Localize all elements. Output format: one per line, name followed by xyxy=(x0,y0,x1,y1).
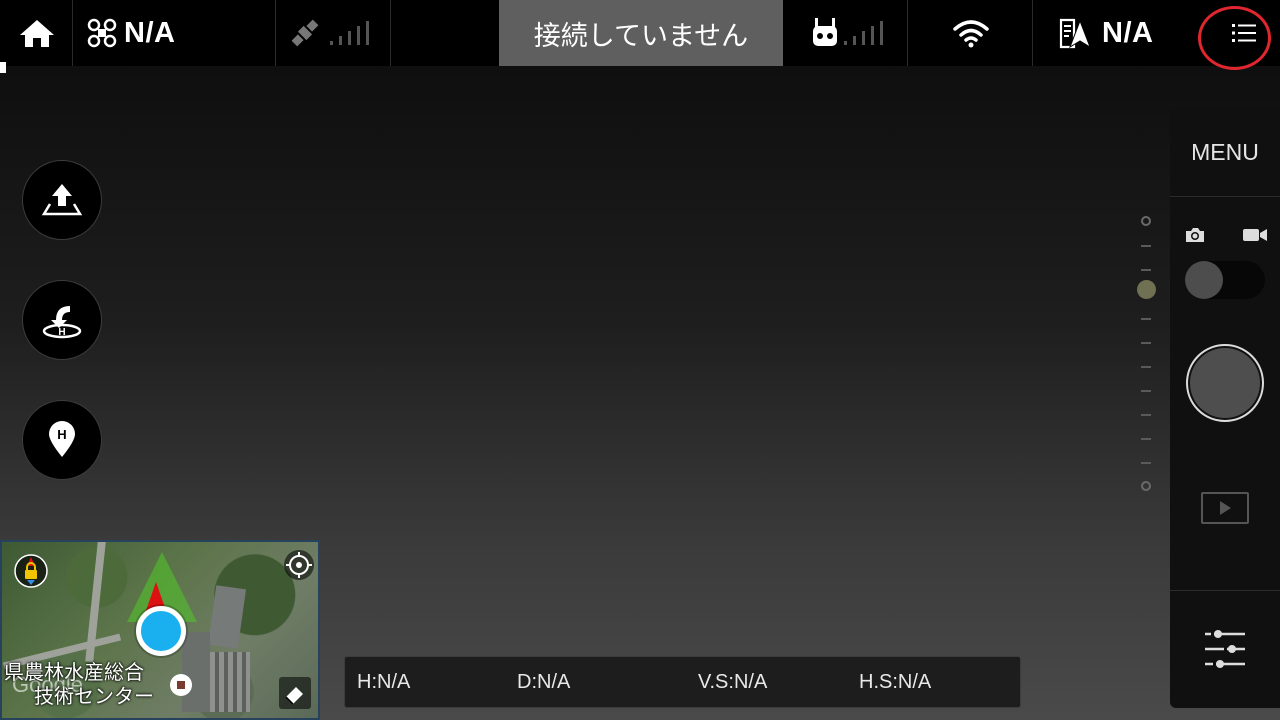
edge-marker xyxy=(0,62,6,73)
locate-icon xyxy=(284,550,314,580)
flight-mode-text: N/A xyxy=(1102,16,1154,49)
top-status-bar: N/A 接続していません N/A xyxy=(0,0,1280,66)
home-location-marker xyxy=(136,606,186,656)
wifi-icon xyxy=(953,20,989,48)
photo-video-toggle[interactable] xyxy=(1185,261,1265,299)
return-home-button[interactable]: H xyxy=(22,280,102,360)
playback-button[interactable] xyxy=(1201,492,1249,524)
map-place-line1: 県農林水産総合 xyxy=(4,660,144,684)
horizontal-speed-readout: H.S:N/A xyxy=(859,670,932,693)
wifi-status[interactable] xyxy=(952,0,990,66)
height-readout: H:N/A xyxy=(357,670,411,693)
lock-north-button[interactable] xyxy=(14,554,48,588)
flight-mode-icon xyxy=(1059,18,1091,49)
map-place-line2: 技術センター xyxy=(34,684,154,708)
svg-text:H: H xyxy=(58,327,65,338)
stop-button[interactable] xyxy=(164,668,198,702)
camera-menu-button[interactable]: MENU xyxy=(1170,108,1280,196)
signal-bars-icon xyxy=(844,21,883,45)
camera-panel: MENU xyxy=(1170,108,1280,708)
home-button[interactable] xyxy=(16,0,58,66)
home-icon xyxy=(20,20,54,47)
takeoff-icon xyxy=(41,184,83,216)
lock-north-icon xyxy=(14,554,48,588)
svg-text:H: H xyxy=(57,427,66,442)
connection-status[interactable]: 接続していません xyxy=(499,0,783,66)
satellite-icon xyxy=(291,19,319,47)
home-point-icon: H xyxy=(49,421,75,457)
camera-icon xyxy=(1186,228,1204,242)
aircraft-status-text: N/A xyxy=(124,16,176,49)
scale-top xyxy=(1141,216,1151,226)
drone-icon xyxy=(87,18,117,48)
aircraft-status[interactable]: N/A xyxy=(86,0,175,66)
toggle-knob xyxy=(1185,261,1223,299)
gps-signal[interactable] xyxy=(288,0,370,66)
settings-sliders-icon[interactable] xyxy=(1204,628,1246,670)
mini-map[interactable]: Google 県農林水産総合 技術センター xyxy=(0,540,320,720)
video-icon xyxy=(1243,229,1267,241)
rc-signal[interactable] xyxy=(812,0,884,66)
remote-controller-icon xyxy=(813,18,837,46)
highlight-annotation xyxy=(1198,6,1271,70)
play-icon xyxy=(1220,501,1231,515)
eraser-icon xyxy=(279,677,311,709)
vertical-speed-readout: V.S:N/A xyxy=(698,670,768,693)
telemetry-bar: H:N/A D:N/A V.S:N/A H.S:N/A xyxy=(344,656,1021,708)
shutter-button[interactable] xyxy=(1186,344,1264,422)
home-point-button[interactable]: H xyxy=(22,400,102,480)
signal-bars-icon xyxy=(330,21,369,45)
stop-icon xyxy=(170,674,192,696)
return-home-icon: H xyxy=(42,306,82,339)
clear-path-button[interactable] xyxy=(278,676,312,710)
scale-bottom xyxy=(1141,481,1151,491)
takeoff-button[interactable] xyxy=(22,160,102,240)
flight-mode-status[interactable]: N/A xyxy=(1058,0,1153,66)
map-place-label: 県農林水産総合 技術センター xyxy=(4,660,154,708)
gimbal-indicator[interactable] xyxy=(1137,280,1156,299)
distance-readout: D:N/A xyxy=(517,670,571,693)
locate-button[interactable] xyxy=(282,548,316,582)
